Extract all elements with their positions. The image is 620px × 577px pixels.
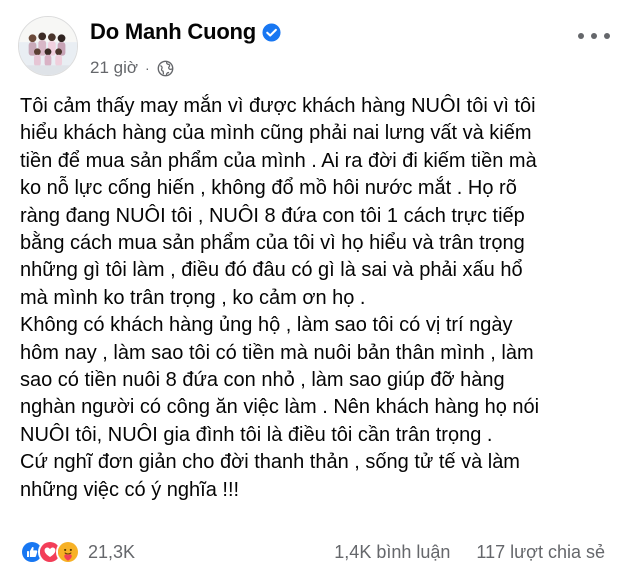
more-dot [604, 33, 610, 39]
more-dot [578, 33, 584, 39]
comment-count[interactable]: 1,4K bình luận [334, 542, 450, 563]
author-line: Do Manh Cuong [90, 18, 281, 46]
meta-separator: · [145, 60, 150, 76]
post-text-line: nghàn người có công ăn việc làm . Nên kh… [20, 396, 540, 419]
post-meta: 21 giờ · [90, 58, 174, 78]
share-count[interactable]: 117 lượt chia sẻ [476, 542, 605, 563]
engagement-stats: 1,4K bình luận 117 lượt chia sẻ [334, 542, 605, 563]
more-dot [591, 33, 597, 39]
engagement-bar: 21,3K 1,4K bình luận 117 lượt chia sẻ [20, 538, 605, 568]
post-text-line: hôm nay , làm sao tôi có tiền mà nuôi bả… [20, 341, 534, 364]
author-avatar[interactable] [18, 16, 78, 76]
post-text-line: tiền để mua sản phẩm của mình . Ai ra đờ… [20, 149, 537, 172]
avatar-photo [19, 17, 77, 75]
post-text-line: những việc có ý nghĩa !!! [20, 478, 240, 501]
more-options-icon[interactable] [576, 24, 612, 48]
post-text-line: những gì tôi làm , điều đó đâu có gì là … [20, 259, 523, 282]
post-text-line: bằng cách mua sản phẩm của tôi vì họ hiể… [20, 232, 525, 255]
post-text-line: ko nỗ lực cống hiến , không đổ mồ hôi nư… [20, 177, 517, 200]
post-text-line: ràng đang NUÔI tôi , NUÔI 8 đứa con tôi … [20, 204, 525, 227]
reaction-count[interactable]: 21,3K [88, 542, 135, 563]
post-header: Do Manh Cuong 21 giờ · [18, 14, 610, 84]
post-text-line: Không có khách hàng ủng hộ , làm sao tôi… [20, 314, 513, 337]
globe-icon[interactable] [157, 60, 174, 77]
post-text-line: mà mình ko trân trọng , ko cảm ơn họ . [20, 286, 366, 309]
post-text-line: sao có tiền nuôi 8 đứa con nhỏ , làm sao… [20, 369, 505, 392]
care-reaction-icon [56, 540, 80, 564]
post-text-line: Tôi cảm thấy may mắn vì được khách hàng … [20, 95, 536, 117]
post-text-line: Cứ nghĩ đơn giản cho đời thanh thản , số… [20, 451, 520, 474]
author-name[interactable]: Do Manh Cuong [90, 19, 256, 45]
verified-badge-icon [262, 22, 281, 42]
post-text-line: NUÔI tôi, NUÔI gia đình tôi là điều tôi … [20, 423, 493, 446]
reactions-summary[interactable]: 21,3K [20, 540, 135, 564]
post-text: Tôi cảm thấy may mắn vì được khách hàng … [20, 93, 605, 504]
post-timestamp[interactable]: 21 giờ [90, 58, 138, 78]
post-text-line: hiểu khách hàng của mình cũng phải nai l… [20, 122, 532, 145]
